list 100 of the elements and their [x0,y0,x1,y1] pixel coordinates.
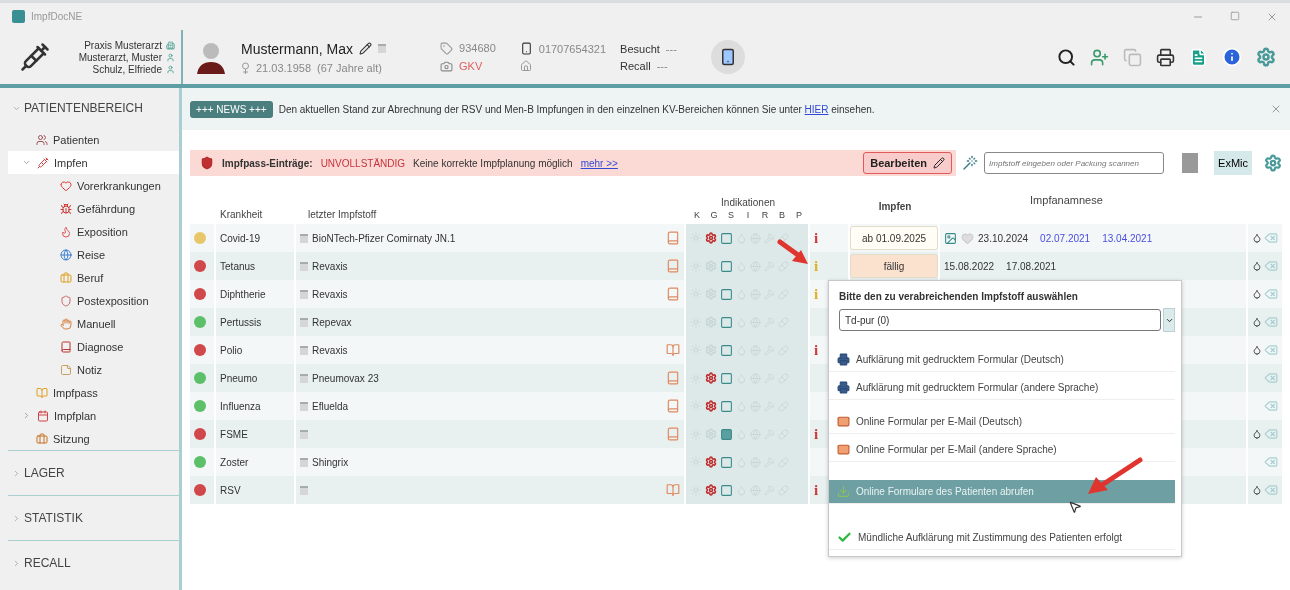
history-date[interactable]: 13.04.2021 [1102,232,1153,244]
history-date[interactable]: 02.07.2021 [1040,232,1091,244]
sidebar-section[interactable]: RECALL [8,540,180,585]
settings-button[interactable] [1256,47,1276,67]
history-date: 17.08.2021 [1006,260,1057,272]
note-icon [300,429,309,439]
book-icon[interactable] [666,399,681,413]
building-icon [166,40,175,50]
square-icon[interactable] [720,399,734,413]
drop-icon[interactable] [1252,484,1262,496]
drop-icon[interactable] [1252,344,1262,356]
booklet-icon [36,386,48,399]
sidebar-item[interactable]: Impfpass [8,381,180,404]
settings-button[interactable] [1264,154,1282,172]
download-icon [837,485,850,498]
sidebar-item[interactable]: Impfplan [8,404,180,427]
gear-icon[interactable] [705,484,718,496]
book-icon[interactable] [666,371,681,385]
sidebar-item[interactable]: Vorerkrankungen [8,174,180,197]
sidebar-item[interactable]: Gefährdung [8,197,180,220]
sidebar-item[interactable]: Sitzung [8,427,180,450]
news-link[interactable]: HIER [804,103,829,115]
popup-title: Bitte den zu verabreichenden Impfstoff auswählen [838,291,1079,302]
sidebar-item[interactable]: Manuell [8,312,180,335]
print-button[interactable] [1156,47,1175,67]
info-mark[interactable]: i [814,230,819,246]
sidebar-item[interactable]: Beruf [8,266,180,289]
open-book-icon[interactable] [666,343,681,357]
sidebar-item[interactable]: Notiz [8,358,180,381]
square-icon[interactable] [720,315,734,329]
gear-icon[interactable] [705,400,718,412]
delete-icon [1264,427,1278,441]
more-link[interactable]: mehr >> [580,157,618,169]
document-icon [1189,47,1208,67]
sidebar-item[interactable]: Diagnose [8,335,180,358]
square-icon[interactable] [720,231,734,245]
birthdate: 21.03.1958 [256,61,312,74]
book-icon[interactable] [666,287,681,301]
column-header: letzter Impfstoff [307,209,378,220]
note-icon [300,345,309,355]
square-icon[interactable] [720,371,734,385]
home-icon [519,60,532,72]
gear-icon[interactable] [705,372,718,384]
insurance-type: GKV [459,60,483,72]
close-button[interactable] [1270,103,1282,115]
popup-option[interactable]: Aufklärung mit gedrucktem Formular (andere Sprache) [829,376,1175,400]
edit-button[interactable]: Bearbeiten [863,152,953,174]
square-icon[interactable] [720,287,734,301]
phone-device-button[interactable] [710,40,745,74]
document-button[interactable] [1189,47,1208,67]
drop-icon[interactable] [1252,316,1262,328]
square-icon[interactable] [720,427,734,441]
copy-button[interactable] [1123,47,1142,67]
info-mark[interactable]: i [814,342,819,358]
vaccinate-date-button[interactable]: ab 01.09.2025 [850,226,939,250]
book-icon[interactable] [666,231,681,245]
gear-icon[interactable] [705,456,718,468]
delete-button[interactable] [1264,455,1278,469]
popup-option[interactable]: Online Formular per E-Mail (Deutsch) [829,410,1175,434]
info-mark[interactable]: i [814,426,819,442]
square-icon[interactable] [720,259,734,273]
info-mark[interactable]: i [814,482,819,498]
exmic-button[interactable]: ExMic [1214,151,1252,175]
sidebar-item[interactable]: Impfen [8,151,180,174]
sidebar-item[interactable]: Patienten [8,128,180,151]
open-book-icon[interactable] [666,483,681,497]
square-icon[interactable] [720,455,734,469]
drop-icon[interactable] [1252,260,1262,272]
sidebar-item[interactable]: Reise [8,243,180,266]
delete-icon [1264,455,1278,469]
vaccine-select[interactable]: Td-pur (0) [839,309,1161,331]
square-icon[interactable] [720,343,734,357]
sidebar-item[interactable]: Exposition [8,220,180,243]
popup-option[interactable]: Aufklärung mit gedrucktem Formular (Deutsch) [829,348,1175,372]
sidebar-section[interactable]: STATISTIK [8,495,180,540]
sidebar-section[interactable]: PATIENTENBEREICH [8,88,180,128]
square-icon[interactable] [720,483,734,497]
gear-icon[interactable] [705,232,718,244]
delete-icon [1264,371,1278,385]
drop-icon[interactable] [1252,288,1262,300]
info-button[interactable] [1222,47,1242,67]
delete-button[interactable] [1264,399,1278,413]
column-header: Impfanamnese [1029,194,1104,208]
search-button[interactable] [1057,47,1076,67]
book-icon[interactable] [666,427,681,441]
sidebar-item[interactable]: Postexposition [8,289,180,312]
book-icon[interactable] [666,259,681,273]
sidebar-section[interactable]: LAGER [8,450,180,495]
user-add-button[interactable] [1090,47,1109,67]
maximize-button[interactable] [1230,10,1240,23]
vaccinate-date-button[interactable]: fällig [850,254,939,278]
column-header: Indikationen [721,197,775,208]
book-icon [60,340,72,353]
drop-icon[interactable] [1252,428,1262,440]
tag-icon [440,41,454,55]
drop-icon[interactable] [1252,232,1262,244]
popup-option[interactable]: Mündliche Aufklärung mit Zustimmung des Patienten erfolgt [829,526,1175,550]
popup-option[interactable]: Online Formular per E-Mail (andere Sprache) [829,438,1175,462]
scan-button[interactable] [1182,153,1199,173]
vaccine-search-field[interactable]: Impfstoff eingeben oder Packung scannen [984,152,1165,174]
